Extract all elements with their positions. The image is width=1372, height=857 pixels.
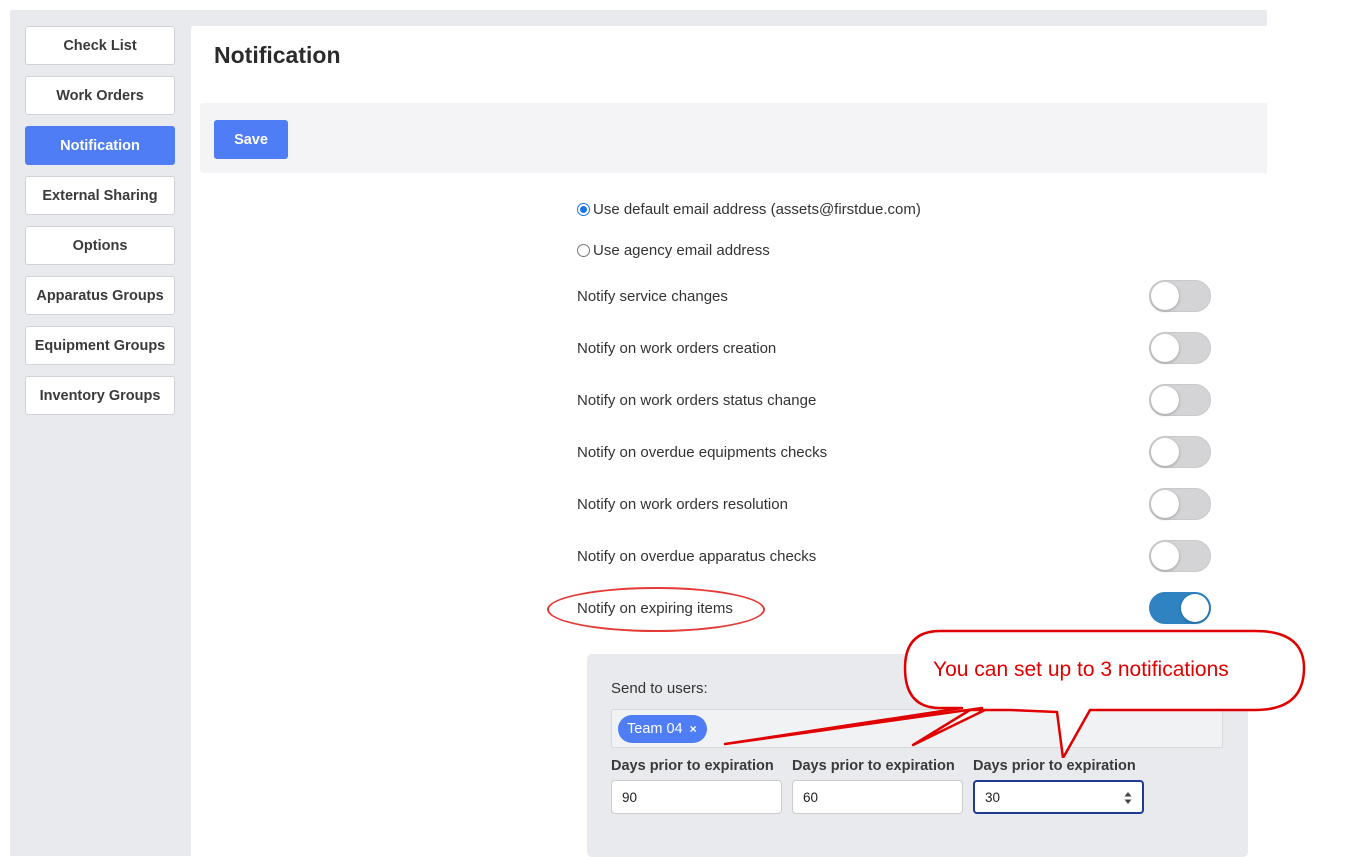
sidebar-item-label: External Sharing	[42, 187, 158, 204]
sidebar-item-inventory-groups[interactable]: Inventory Groups	[25, 376, 175, 415]
days-prior-field-2: Days prior to expiration 60	[792, 758, 964, 814]
sidebar-item-work-orders[interactable]: Work Orders	[25, 76, 175, 115]
notify-overdue-equipment-row: Notify on overdue equipments checks	[577, 435, 1211, 469]
sidebar-item-label: Work Orders	[56, 87, 144, 104]
notify-overdue-apparatus-toggle[interactable]	[1149, 540, 1211, 572]
days-prior-label: Days prior to expiration	[792, 758, 955, 774]
toggle-label: Notify on work orders creation	[577, 339, 777, 357]
notify-work-orders-resolution-toggle[interactable]	[1149, 488, 1211, 520]
sidebar-item-label: Notification	[60, 137, 140, 154]
days-prior-value: 90	[622, 789, 638, 805]
toggle-knob	[1151, 386, 1179, 414]
agency-email-label: Use agency email address	[593, 242, 770, 259]
toolbar: Save	[200, 103, 1267, 173]
toggle-label: Notify service changes	[577, 287, 728, 305]
annotation-highlight-ellipse	[547, 587, 765, 632]
notify-work-orders-creation-row: Notify on work orders creation	[577, 331, 1211, 365]
spinner-arrows-icon[interactable]	[1124, 791, 1132, 805]
days-prior-input-1[interactable]: 90	[611, 780, 782, 814]
agency-email-radio[interactable]	[577, 244, 590, 257]
sidebar-item-check-list[interactable]: Check List	[25, 26, 175, 65]
sidebar-item-options[interactable]: Options	[25, 226, 175, 265]
notify-work-orders-resolution-row: Notify on work orders resolution	[577, 487, 1211, 521]
days-prior-label: Days prior to expiration	[611, 758, 774, 774]
annotation-callout-bubble	[723, 629, 1306, 758]
notify-overdue-apparatus-row: Notify on overdue apparatus checks	[577, 539, 1211, 573]
toggle-knob	[1151, 542, 1179, 570]
default-email-label: Use default email address (assets@firstd…	[593, 201, 921, 218]
page-title: Notification	[214, 42, 341, 68]
toggle-label: Notify on work orders resolution	[577, 495, 788, 513]
notify-expiring-items-toggle[interactable]	[1149, 592, 1211, 624]
notify-service-changes-toggle[interactable]	[1149, 280, 1211, 312]
save-button[interactable]: Save	[214, 120, 288, 159]
sidebar: Check List Work Orders Notification Exte…	[25, 26, 175, 426]
toggle-knob	[1151, 282, 1179, 310]
toggle-knob	[1151, 334, 1179, 362]
sidebar-item-label: Apparatus Groups	[36, 287, 164, 304]
days-prior-value: 60	[803, 789, 819, 805]
days-prior-value: 30	[985, 789, 1001, 805]
sidebar-item-label: Options	[72, 237, 128, 254]
toggle-label: Notify on overdue apparatus checks	[577, 547, 817, 565]
toggle-knob	[1151, 490, 1179, 518]
sidebar-item-external-sharing[interactable]: External Sharing	[25, 176, 175, 215]
toggle-knob	[1181, 594, 1209, 622]
default-email-option[interactable]: Use default email address (assets@firstd…	[577, 201, 921, 218]
days-prior-field-1: Days prior to expiration 90	[611, 758, 783, 814]
days-prior-field-3: Days prior to expiration 30	[973, 758, 1145, 814]
notify-service-changes-row: Notify service changes	[577, 279, 1211, 313]
sidebar-item-equipment-groups[interactable]: Equipment Groups	[25, 326, 175, 365]
days-prior-label: Days prior to expiration	[973, 758, 1136, 774]
user-tag-label: Team 04	[627, 721, 683, 737]
sidebar-item-apparatus-groups[interactable]: Apparatus Groups	[25, 276, 175, 315]
sidebar-item-notification[interactable]: Notification	[25, 126, 175, 165]
sidebar-item-label: Check List	[63, 37, 137, 54]
user-tag: Team 04 ×	[618, 715, 707, 743]
toggle-label: Notify on overdue equipments checks	[577, 443, 828, 461]
sidebar-item-label: Inventory Groups	[39, 387, 161, 404]
notify-work-orders-creation-toggle[interactable]	[1149, 332, 1211, 364]
default-email-radio[interactable]	[577, 203, 590, 216]
send-to-users-label: Send to users:	[611, 680, 708, 697]
notify-overdue-equipment-toggle[interactable]	[1149, 436, 1211, 468]
notify-work-orders-status-toggle[interactable]	[1149, 384, 1211, 416]
days-prior-input-2[interactable]: 60	[792, 780, 963, 814]
agency-email-option[interactable]: Use agency email address	[577, 242, 770, 259]
notify-work-orders-status-row: Notify on work orders status change	[577, 383, 1211, 417]
toggle-knob	[1151, 438, 1179, 466]
annotation-callout-text: You can set up to 3 notifications	[933, 658, 1229, 681]
remove-tag-icon[interactable]: ×	[690, 722, 697, 736]
toggle-label: Notify on work orders status change	[577, 391, 817, 409]
sidebar-item-label: Equipment Groups	[34, 337, 166, 354]
days-prior-input-3[interactable]: 30	[973, 780, 1144, 814]
